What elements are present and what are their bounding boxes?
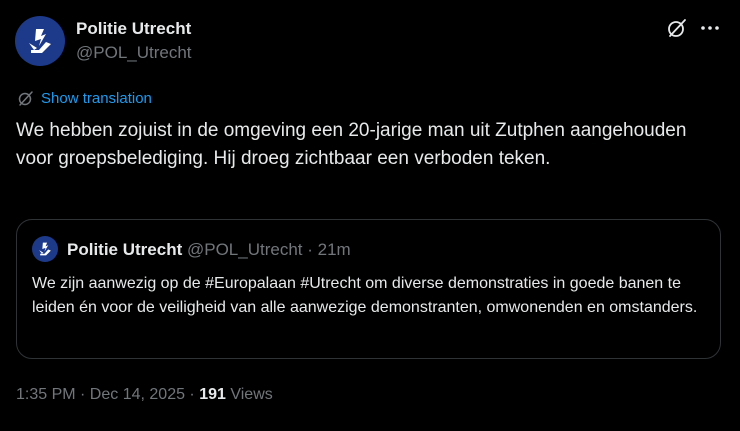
grok-icon[interactable]: [666, 17, 688, 39]
author-display-name[interactable]: Politie Utrecht: [76, 18, 192, 40]
quote-text: We zijn aanwezig op de #Europalaan #Utre…: [32, 275, 698, 316]
more-options-icon[interactable]: [699, 17, 721, 39]
views-label: Views: [225, 386, 273, 403]
quote-header: Politie Utrecht @POL_Utrecht · 21m: [67, 240, 351, 260]
tweet-meta: 1:35 PM · Dec 14, 2025 · 191 Views: [16, 385, 273, 405]
tweet-text: We hebben zojuist in de omgeving een 20-…: [16, 120, 687, 169]
quote-meta: @POL_Utrecht · 21m: [186, 240, 351, 259]
timestamp[interactable]: 1:35 PM · Dec 14, 2025 ·: [16, 386, 199, 403]
author-avatar[interactable]: [15, 16, 65, 66]
quote-display-name: Politie Utrecht: [67, 240, 183, 259]
police-logo-icon: [39, 242, 51, 256]
author-info: Politie Utrecht @POL_Utrecht: [76, 18, 192, 64]
views-count: 191: [199, 386, 226, 403]
quote-avatar: [32, 236, 58, 262]
tweet: Politie Utrecht @POL_Utrecht Show transl…: [0, 0, 740, 431]
author-handle[interactable]: @POL_Utrecht: [76, 42, 192, 64]
show-translation-label: Show translation: [41, 89, 152, 107]
quoted-tweet[interactable]: Politie Utrecht @POL_Utrecht · 21m We zi…: [16, 219, 721, 359]
translate-icon: [18, 91, 33, 106]
police-logo-icon: [29, 29, 51, 53]
show-translation-link[interactable]: Show translation: [17, 89, 152, 107]
